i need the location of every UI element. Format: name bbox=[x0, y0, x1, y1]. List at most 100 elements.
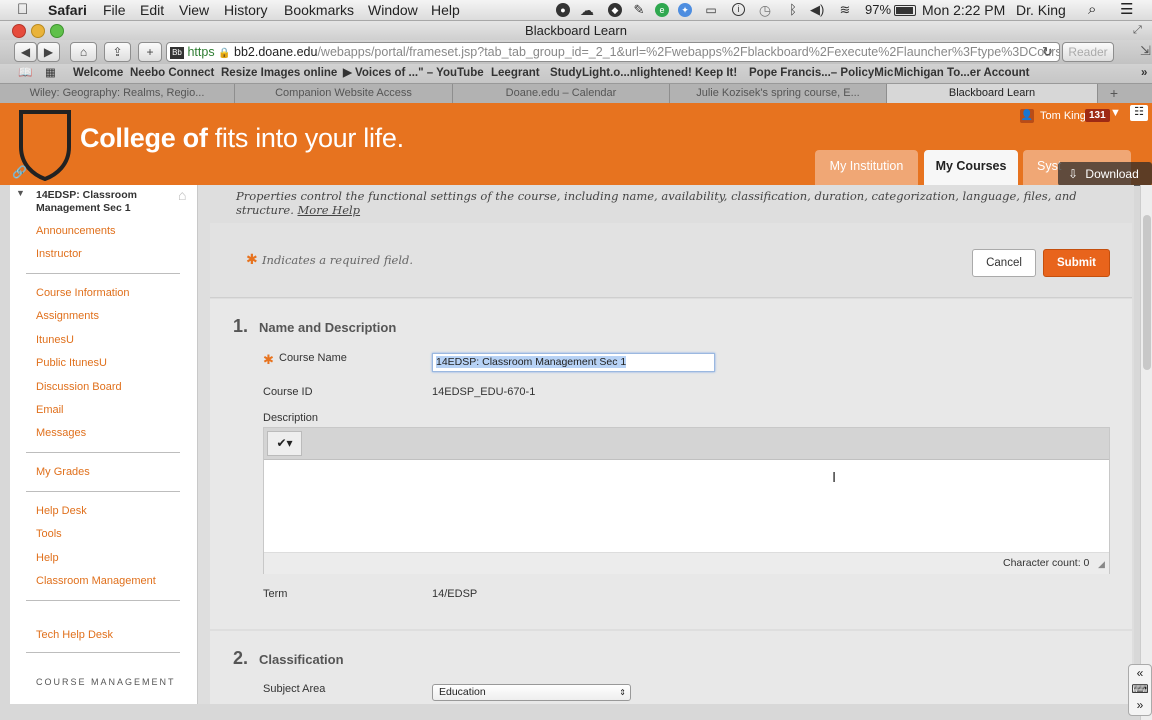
spotlight-search-icon[interactable]: ⌕ bbox=[1088, 0, 1096, 20]
sidebar-item-my-grades[interactable]: My Grades bbox=[36, 466, 90, 478]
scrollbar-thumb[interactable] bbox=[1143, 215, 1151, 370]
bookmark-item[interactable]: Leegrant bbox=[491, 64, 540, 83]
downloads-icon[interactable]: ⇲ bbox=[1140, 43, 1151, 59]
share-icon[interactable]: ⇪ bbox=[104, 42, 131, 62]
user-avatar-icon[interactable]: 👤 bbox=[1020, 109, 1034, 123]
subject-area-select[interactable]: Education ⇕ bbox=[432, 684, 631, 701]
sidebar-item-assignments[interactable]: Assignments bbox=[36, 310, 99, 322]
notification-badge[interactable]: 131 bbox=[1085, 109, 1110, 122]
course-home-icon[interactable]: ⌂ bbox=[178, 187, 186, 203]
page-scrollbar[interactable] bbox=[1140, 185, 1152, 720]
menu-file[interactable]: File bbox=[103, 0, 126, 20]
tab-my-institution[interactable]: My Institution bbox=[815, 150, 918, 185]
course-id-label: Course ID bbox=[263, 386, 313, 398]
sidebar-item-discussion-board[interactable]: Discussion Board bbox=[36, 381, 122, 393]
menu-window[interactable]: Window bbox=[368, 0, 418, 20]
bookmark-item[interactable]: Keep It! bbox=[695, 64, 737, 83]
browser-tab[interactable]: Wiley: Geography: Realms, Regio... bbox=[0, 84, 235, 103]
sidebar-item-instructor[interactable]: Instructor bbox=[36, 248, 82, 260]
bookmark-item[interactable]: Pope Francis...– PolicyMic bbox=[749, 64, 893, 83]
browser-tab[interactable]: Companion Website Access bbox=[235, 84, 453, 103]
reading-list-icon[interactable]: 📖 bbox=[18, 64, 32, 83]
accessibility-icon[interactable]: i bbox=[732, 3, 745, 16]
sidebar-item-classroom-management[interactable]: Classroom Management bbox=[36, 575, 156, 587]
browser-tab[interactable]: Doane.edu – Calendar bbox=[453, 84, 670, 103]
bookmark-item[interactable]: Resize Images online bbox=[221, 64, 337, 83]
sidebar-item-email[interactable]: Email bbox=[36, 404, 64, 416]
top-sites-icon[interactable]: ▦ bbox=[45, 64, 56, 83]
more-bookmarks-icon[interactable]: » bbox=[1141, 64, 1147, 83]
notification-center-icon[interactable]: ☰ bbox=[1120, 0, 1133, 20]
user-menu-toggle-icon[interactable]: ☷ bbox=[1130, 105, 1148, 121]
quick-links-panel[interactable]: «⌨» bbox=[1128, 664, 1152, 716]
description-textarea[interactable] bbox=[264, 460, 1109, 552]
airplay-icon[interactable]: ▭ bbox=[704, 3, 718, 17]
submit-button[interactable]: Submit bbox=[1043, 249, 1110, 277]
time-machine-icon[interactable]: ◷ bbox=[758, 3, 772, 17]
menu-edit[interactable]: Edit bbox=[140, 0, 164, 20]
resize-handle-icon[interactable]: ◢ bbox=[1098, 559, 1105, 570]
sidebar-item-announcements[interactable]: Announcements bbox=[36, 225, 116, 237]
tools-icon[interactable]: ✎ bbox=[632, 3, 646, 17]
edit-mode-icon[interactable]: 🔗 bbox=[12, 165, 27, 179]
instructions-text: Properties control the functional settin… bbox=[236, 189, 1077, 217]
add-bookmark-icon[interactable]: + bbox=[138, 42, 162, 62]
new-tab-icon[interactable]: + bbox=[1100, 84, 1128, 103]
sidebar-item-itunesu[interactable]: ItunesU bbox=[36, 334, 74, 346]
bookmark-item[interactable]: ▶ Voices of ..." – YouTube bbox=[343, 64, 484, 83]
menu-view[interactable]: View bbox=[179, 0, 209, 20]
fullscreen-icon[interactable]: ⤢ bbox=[1133, 24, 1142, 37]
user-name[interactable]: Tom King bbox=[1040, 110, 1086, 122]
sidebar-item-messages[interactable]: Messages bbox=[36, 427, 86, 439]
bookmark-item[interactable]: Neebo Connect bbox=[130, 64, 214, 83]
battery-icon[interactable] bbox=[894, 5, 916, 16]
cancel-button[interactable]: Cancel bbox=[972, 249, 1036, 277]
spellcheck-icon[interactable]: ✔▾ bbox=[267, 431, 302, 456]
download-label: Download bbox=[1085, 167, 1139, 181]
sidebar-item-tools[interactable]: Tools bbox=[36, 528, 62, 540]
bookmark-item[interactable]: StudyLight.o...nlightened! bbox=[550, 64, 692, 83]
more-help-link[interactable]: More Help bbox=[298, 203, 361, 217]
apple-menu-icon[interactable]:  bbox=[17, 0, 28, 20]
forward-button[interactable]: ▶ bbox=[37, 42, 60, 62]
menubar-user[interactable]: Dr. King bbox=[1016, 0, 1066, 20]
dropbox-icon[interactable]: ◆ bbox=[608, 3, 622, 17]
course-title[interactable]: 14EDSP: Classroom Management Sec 1 bbox=[36, 189, 146, 215]
menu-history[interactable]: History bbox=[224, 0, 268, 20]
tab-my-courses[interactable]: My Courses bbox=[924, 150, 1018, 185]
sidebar-item-public-itunesu[interactable]: Public ItunesU bbox=[36, 357, 107, 369]
reload-icon[interactable]: ↻ bbox=[1042, 44, 1053, 60]
course-management-heading[interactable]: COURSE MANAGEMENT bbox=[36, 677, 176, 687]
wifi-icon[interactable]: ≋ bbox=[838, 3, 852, 17]
address-bar[interactable]: Bb https 🔒 bb2.doane.edu/webapps/portal/… bbox=[166, 42, 1060, 62]
sidebar-item-course-information[interactable]: Course Information bbox=[36, 287, 130, 299]
network-icon[interactable]: ✦ bbox=[678, 3, 692, 17]
download-button[interactable]: ⇩ Download bbox=[1058, 162, 1152, 186]
volume-icon[interactable]: ◀) bbox=[810, 3, 824, 17]
minimize-window-button[interactable] bbox=[31, 24, 45, 38]
home-icon[interactable]: ⌂ bbox=[70, 42, 97, 62]
reader-button[interactable]: Reader bbox=[1062, 42, 1114, 62]
app-menu[interactable]: Safari bbox=[48, 0, 87, 20]
bookmark-item[interactable]: Michigan To...er Account bbox=[894, 64, 1029, 83]
bookmark-item[interactable]: Welcome bbox=[73, 64, 123, 83]
user-menu-chevron-icon[interactable]: ▼ bbox=[1110, 107, 1121, 119]
menubar-clock[interactable]: Mon 2:22 PM bbox=[922, 0, 1005, 20]
course-name-label: Course Name bbox=[279, 352, 347, 364]
record-icon[interactable]: ● bbox=[556, 3, 570, 17]
close-window-button[interactable] bbox=[12, 24, 26, 38]
browser-tab[interactable]: Julie Kozisek's spring course, E... bbox=[670, 84, 887, 103]
cloud-icon[interactable]: ☁ bbox=[580, 3, 594, 17]
back-button[interactable]: ◀ bbox=[14, 42, 37, 62]
menu-help[interactable]: Help bbox=[431, 0, 460, 20]
sidebar-item-tech-help-desk[interactable]: Tech Help Desk bbox=[36, 629, 113, 641]
collapse-course-menu-icon[interactable]: ▼ bbox=[16, 188, 25, 198]
evernote-icon[interactable]: e bbox=[655, 3, 669, 17]
bluetooth-icon[interactable]: ᛒ bbox=[786, 3, 800, 17]
sidebar-item-help[interactable]: Help bbox=[36, 552, 59, 564]
browser-tab-active[interactable]: Blackboard Learn bbox=[887, 84, 1098, 103]
menu-bookmarks[interactable]: Bookmarks bbox=[284, 0, 354, 20]
course-name-input[interactable]: 14EDSP: Classroom Management Sec 1 bbox=[432, 353, 715, 372]
sidebar-item-help-desk[interactable]: Help Desk bbox=[36, 505, 87, 517]
zoom-window-button[interactable] bbox=[50, 24, 64, 38]
